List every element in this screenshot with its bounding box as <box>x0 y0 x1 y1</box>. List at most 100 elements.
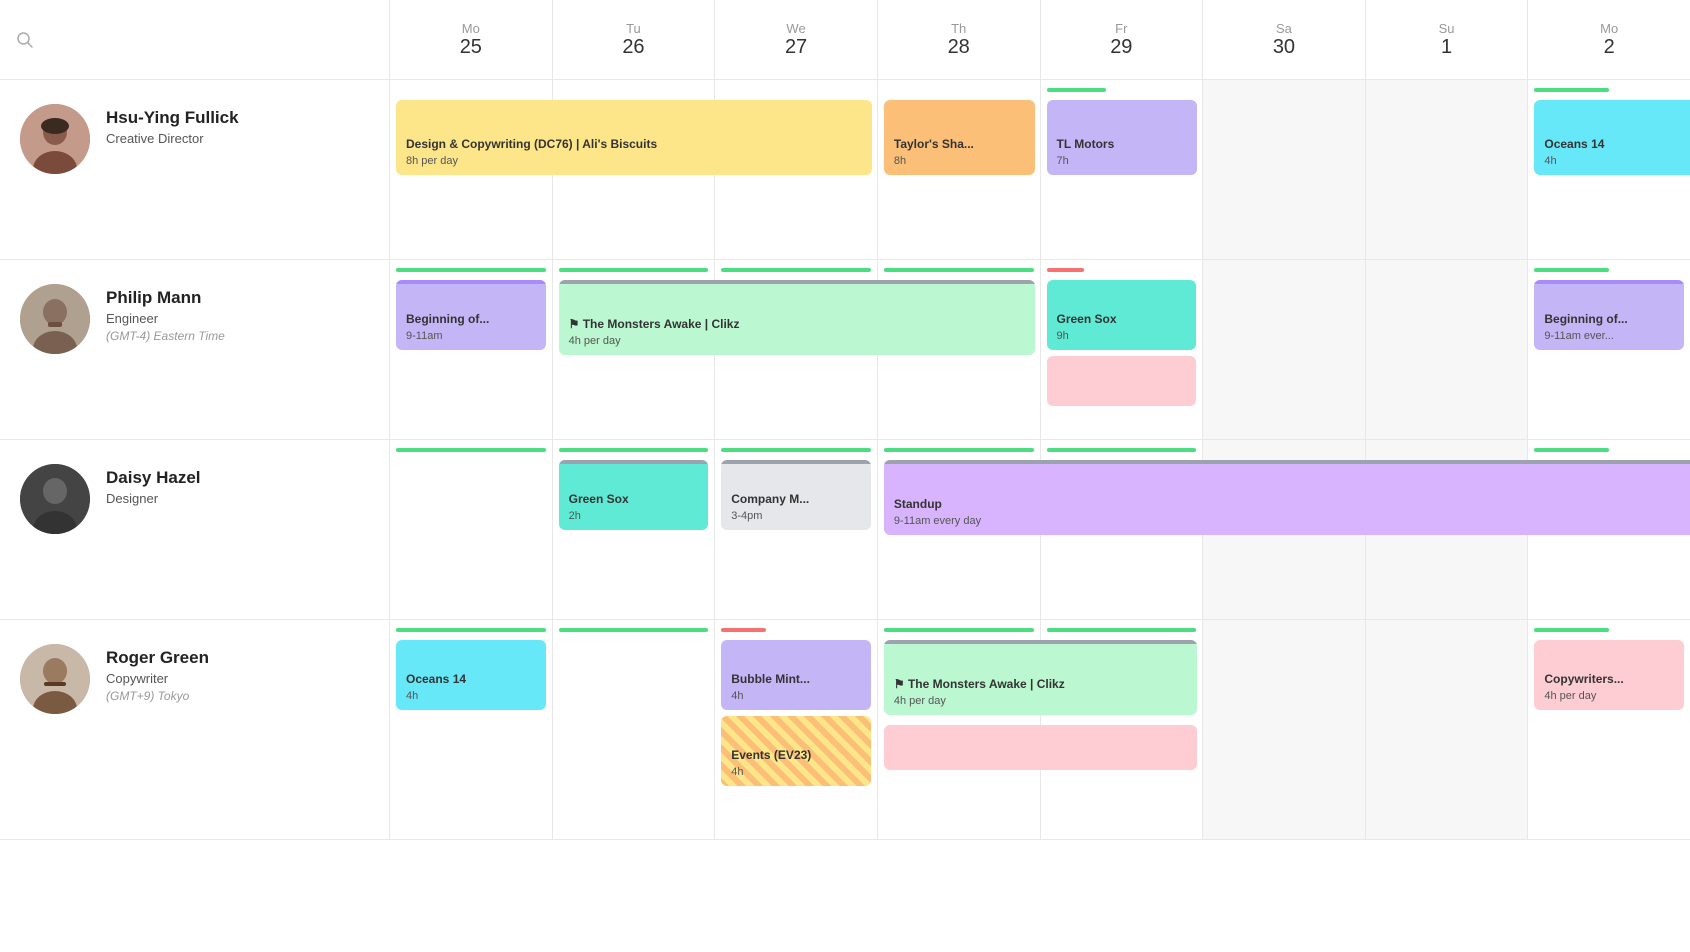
event-oceans14-roger[interactable]: Oceans 14 4h <box>396 640 546 710</box>
person-info-daisy: Daisy Hazel Designer <box>106 464 201 506</box>
spanning-event[interactable]: Oceans 14 4h <box>1534 100 1690 175</box>
spanning-event[interactable]: Taylor's Sha... 8h <box>884 100 1035 175</box>
event-subtitle: 4h <box>406 690 536 702</box>
event-copywriters[interactable]: Copywriters... 4h per day <box>1534 640 1684 710</box>
person-tz-philip: (GMT-4) Eastern Time <box>106 329 225 343</box>
event-title: ⚑ The Monsters Awake | Clikz <box>894 677 1187 693</box>
event-title: Green Sox <box>1057 312 1187 328</box>
event-subtitle: 7h <box>1057 155 1188 167</box>
person-role-daisy: Designer <box>106 491 201 506</box>
person-col-daisy: Daisy Hazel Designer <box>0 440 390 619</box>
person-role-philip: Engineer <box>106 311 225 326</box>
event-title: Oceans 14 <box>406 672 536 688</box>
event-green-sox-philip[interactable]: Green Sox 9h <box>1047 280 1197 350</box>
header-day-mo25[interactable]: Mo25 <box>390 0 553 79</box>
day-col-philip-su1 <box>1366 260 1529 439</box>
day-col-philip-mo25: Beginning of... 9-11am <box>390 260 553 439</box>
day-col-roger-we27: Bubble Mint... 4h Events (EV23) 4h <box>715 620 878 839</box>
event-title: Design & Copywriting (DC76) | Ali's Bisc… <box>406 137 862 153</box>
day-col-philip-sa30 <box>1203 260 1366 439</box>
event-title: Company M... <box>731 492 861 508</box>
event-subtitle: 4h <box>731 690 861 702</box>
day-col-philip-fr29: Green Sox 9h <box>1041 260 1204 439</box>
event-subtitle: 2h <box>569 510 699 522</box>
day-col-roger-tu26 <box>553 620 716 839</box>
spanning-event[interactable]: ⚑ The Monsters Awake | Clikz 4h per day <box>559 280 1035 355</box>
event-subtitle: 9-11am <box>406 330 536 342</box>
header-day-mo2[interactable]: Mo2 <box>1528 0 1690 79</box>
person-col-hsu: Hsu-Ying Fullick Creative Director <box>0 80 390 259</box>
event-subtitle: 4h <box>731 766 861 778</box>
header-day-fr29[interactable]: Fr29 <box>1041 0 1204 79</box>
header-day-tu26[interactable]: Tu26 <box>553 0 716 79</box>
event-subtitle: 4h per day <box>569 335 1025 347</box>
person-name-daisy: Daisy Hazel <box>106 468 201 488</box>
event-events-ev23-1[interactable]: Events (EV23) 4h <box>721 716 871 786</box>
event-title: ⚑ The Monsters Awake | Clikz <box>569 317 1025 333</box>
event-subtitle: 9-11am every day <box>894 515 1690 527</box>
event-subtitle: 8h <box>894 155 1025 167</box>
event-subtitle: 4h <box>1544 155 1690 167</box>
event-subtitle: 9h <box>1057 330 1187 342</box>
day-col-roger-su1 <box>1366 620 1529 839</box>
person-name-hsu: Hsu-Ying Fullick <box>106 108 239 128</box>
header-days: Mo25Tu26We27Th28Fr29Sa30Su1Mo2 <box>390 0 1690 79</box>
day-col-daisy-tu26: Green Sox 2h <box>553 440 716 619</box>
event-subtitle: 4h per day <box>1544 690 1674 702</box>
person-row-roger: Roger Green Copywriter (GMT+9) Tokyo Oce… <box>0 620 1690 840</box>
person-tz-roger: (GMT+9) Tokyo <box>106 689 209 703</box>
person-col-roger: Roger Green Copywriter (GMT+9) Tokyo <box>0 620 390 839</box>
event-beginning-of[interactable]: Beginning of... 9-11am <box>396 280 546 350</box>
event-title: Taylor's Sha... <box>894 137 1025 153</box>
event-green-sox-daisy[interactable]: Green Sox 2h <box>559 460 709 530</box>
roger-pink-event <box>884 725 1197 770</box>
event-subtitle: 4h per day <box>894 695 1187 707</box>
person-name-roger: Roger Green <box>106 648 209 668</box>
day-col-daisy-we27: Company M... 3-4pm <box>715 440 878 619</box>
spanning-event[interactable]: Design & Copywriting (DC76) | Ali's Bisc… <box>396 100 872 175</box>
event-company-m[interactable]: Company M... 3-4pm <box>721 460 871 530</box>
day-col-philip-mo2: Beginning of... 9-11am ever... <box>1528 260 1690 439</box>
event-title: Oceans 14 <box>1544 137 1690 153</box>
spanning-event[interactable]: ⚑ The Monsters Awake | Clikz 4h per day <box>884 640 1197 715</box>
event-subtitle: 8h per day <box>406 155 862 167</box>
header-day-th28[interactable]: Th28 <box>878 0 1041 79</box>
event-title: Copywriters... <box>1544 672 1674 688</box>
person-name-philip: Philip Mann <box>106 288 225 308</box>
day-col-roger-sa30 <box>1203 620 1366 839</box>
avatar-philip <box>20 284 90 354</box>
event-pink-philip[interactable] <box>1047 356 1197 406</box>
search-icon[interactable] <box>16 31 34 49</box>
event-beginning-of2[interactable]: Beginning of... 9-11am ever... <box>1534 280 1684 350</box>
person-info-philip: Philip Mann Engineer (GMT-4) Eastern Tim… <box>106 284 225 343</box>
avatar-hsu <box>20 104 90 174</box>
header-row: Mo25Tu26We27Th28Fr29Sa30Su1Mo2 <box>0 0 1690 80</box>
calendar-container: Mo25Tu26We27Th28Fr29Sa30Su1Mo2 Hsu-Ying … <box>0 0 1690 952</box>
day-col-daisy-mo25 <box>390 440 553 619</box>
event-title: TL Motors <box>1057 137 1188 153</box>
avatar-daisy <box>20 464 90 534</box>
event-subtitle: 9-11am ever... <box>1544 330 1674 342</box>
spanning-event[interactable]: Standup9-11am every day <box>884 460 1690 535</box>
person-col-philip: Philip Mann Engineer (GMT-4) Eastern Tim… <box>0 260 390 439</box>
event-bubble-mint[interactable]: Bubble Mint... 4h <box>721 640 871 710</box>
day-col-hsu-su1 <box>1366 80 1529 259</box>
event-subtitle: 3-4pm <box>731 510 861 522</box>
event-title: Bubble Mint... <box>731 672 861 688</box>
person-info-roger: Roger Green Copywriter (GMT+9) Tokyo <box>106 644 209 703</box>
spanning-event[interactable]: TL Motors 7h <box>1047 100 1198 175</box>
event-title: Events (EV23) <box>731 748 861 764</box>
person-role-hsu: Creative Director <box>106 131 239 146</box>
header-day-sa30[interactable]: Sa30 <box>1203 0 1366 79</box>
day-col-roger-mo2: Copywriters... 4h per day <box>1528 620 1690 839</box>
person-role-roger: Copywriter <box>106 671 209 686</box>
event-title: Beginning of... <box>1544 312 1674 328</box>
avatar-roger <box>20 644 90 714</box>
header-day-we27[interactable]: We27 <box>715 0 878 79</box>
event-title: Green Sox <box>569 492 699 508</box>
day-col-hsu-sa30 <box>1203 80 1366 259</box>
person-info-hsu: Hsu-Ying Fullick Creative Director <box>106 104 239 146</box>
event-title: Beginning of... <box>406 312 536 328</box>
header-day-su1[interactable]: Su1 <box>1366 0 1529 79</box>
day-col-roger-mo25: Oceans 14 4h <box>390 620 553 839</box>
